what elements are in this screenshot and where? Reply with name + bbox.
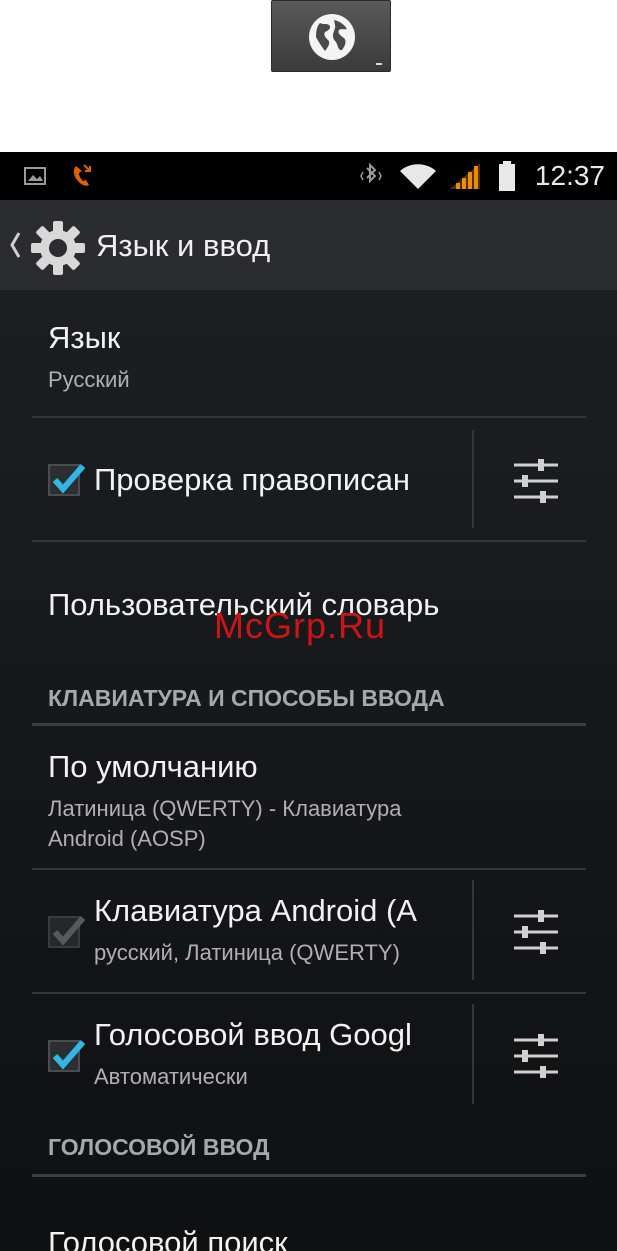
missed-call-icon [70,152,94,200]
spellcheck-title[interactable]: Проверка правописан [94,462,464,498]
section-line [32,723,586,726]
watermark: McGrp.Ru [214,605,387,646]
divider [32,868,586,870]
bluetooth-icon [358,152,384,200]
battery-icon [496,152,518,200]
google-voice-title[interactable]: Голосовой ввод Googl [94,1017,464,1053]
checkmark-icon [52,916,86,946]
google-voice-summary: Автоматически [94,1064,248,1089]
section-line [32,1174,586,1177]
divider [32,540,586,542]
language-summary: Русский [48,367,130,392]
divider [32,992,586,994]
wifi-icon [398,152,438,200]
voice-search-title[interactable]: Голосовой поиск [48,1225,288,1251]
android-keyboard-checkbox[interactable] [48,916,86,948]
default-keyboard-title[interactable]: По умолчанию [48,749,258,785]
action-bar: Язык и ввод [0,200,617,292]
phone-screen: 12:37 Язык и ввод Язык Русский Проверка … [0,152,617,1251]
language-title[interactable]: Язык [48,320,120,356]
google-voice-checkbox[interactable] [48,1040,86,1072]
google-voice-settings-icon[interactable] [512,1034,560,1078]
vertical-separator [472,880,474,980]
signal-icon [448,152,482,200]
status-bar: 12:37 [0,152,617,200]
back-chevron-icon[interactable] [8,230,22,260]
section-header-voice: ГОЛОСОВОЙ ВВОД [48,1134,270,1160]
section-header-keyboard: КЛАВИАТУРА И СПОСОБЫ ВВОДА [48,685,445,711]
default-keyboard-summary-line1: Латиница (QWERTY) - Клавиатура [48,796,402,821]
android-keyboard-title[interactable]: Клавиатура Android (A [94,893,464,929]
android-keyboard-summary: русский, Латиница (QWERTY) [94,940,400,965]
badge-mark [376,63,382,65]
globe-button[interactable] [271,0,391,72]
android-keyboard-settings-icon[interactable] [512,910,560,954]
checkmark-icon [52,464,86,494]
gear-icon[interactable] [28,218,88,278]
spellcheck-settings-icon[interactable] [512,459,560,503]
spellcheck-checkbox[interactable] [48,464,86,496]
status-clock: 12:37 [534,160,605,191]
default-keyboard-summary-line2: Android (AOSP) [48,826,206,851]
globe-icon [309,14,355,60]
checkmark-icon [52,1040,86,1070]
vertical-separator [472,430,474,528]
page-title: Язык и ввод [96,228,271,263]
gallery-notification-icon [24,152,46,200]
divider [32,416,586,418]
vertical-separator [472,1004,474,1104]
